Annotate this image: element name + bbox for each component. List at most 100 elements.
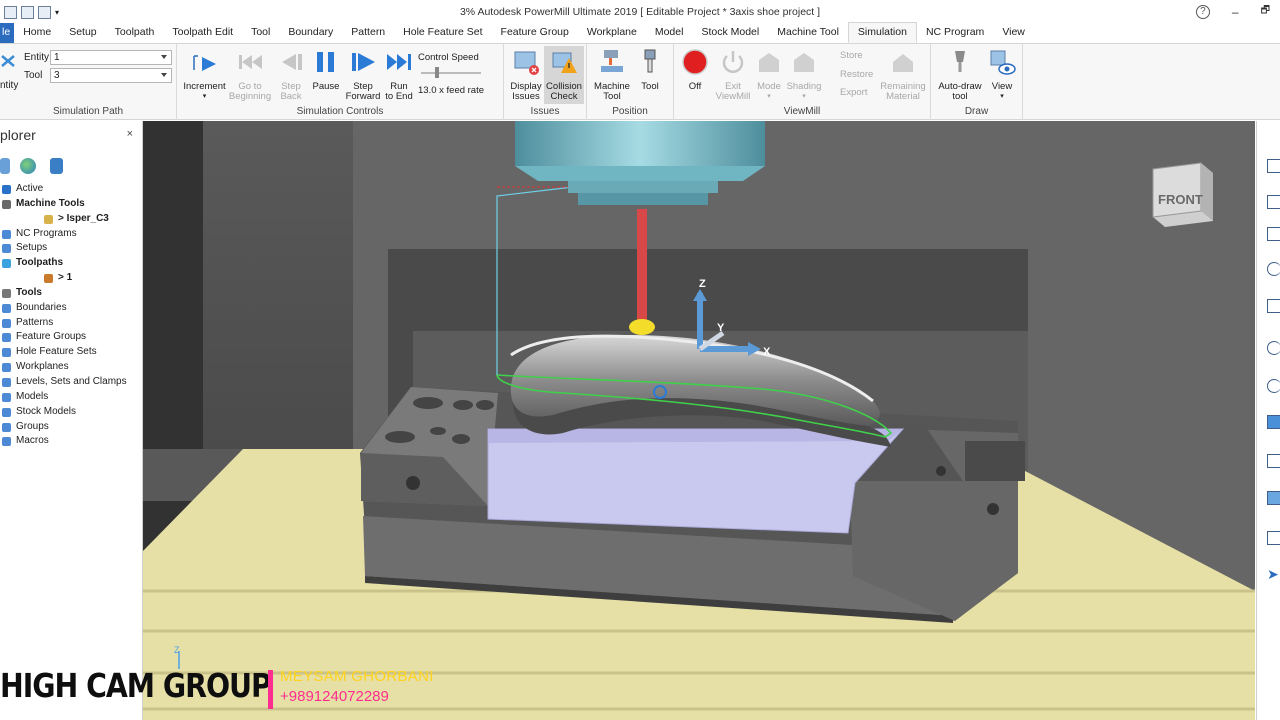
restore-button[interactable]: Restore [824,70,874,80]
display-issues-label-2: Issues [512,91,540,102]
zoom-icon[interactable] [1267,262,1280,276]
tree-item[interactable]: Hole Feature Sets [0,345,143,360]
tab-toolpath-edit[interactable]: Toolpath Edit [163,23,242,43]
tree-item-label: Patterns [16,316,54,328]
tree-item[interactable]: Levels, Sets and Clamps [0,375,143,390]
control-speed-thumb[interactable] [435,67,439,78]
auto-draw-tool-button[interactable]: Auto-draw tool [935,48,985,102]
tree-item[interactable]: Active [0,182,143,197]
position-tool-button[interactable]: Tool [635,48,665,92]
group-viewmill: Off Exit ViewMill Mode ▾ Shading ▾ Store… [674,44,931,120]
tree-item[interactable]: > 1 [0,271,143,286]
tab-toolpath[interactable]: Toolpath [106,23,164,43]
tool-select[interactable]: 3 [50,68,172,83]
display-issues-icon [514,51,539,75]
tab-tool[interactable]: Tool [242,23,279,43]
tree-item[interactable]: > Isper_C3 [0,212,143,227]
graphics-viewport[interactable]: Z Y X FRONT Z [143,121,1255,720]
tree-node-icon [2,318,11,328]
maximize-button[interactable]: 🗗 [1261,3,1270,20]
entity-icon[interactable] [0,52,18,76]
tab-machine-tool[interactable]: Machine Tool [768,23,848,43]
control-speed-slider[interactable] [421,67,481,78]
delete-icon[interactable] [50,158,63,174]
tab-hole-feature-set[interactable]: Hole Feature Set [394,23,491,43]
control-speed-label: Control Speed [418,52,479,63]
remaining-material-button[interactable]: Remaining Material [878,48,928,102]
draw-view-button[interactable]: View ▾ [987,48,1017,102]
tree-item[interactable]: Feature Groups [0,330,143,345]
tab-feature-group[interactable]: Feature Group [492,23,578,43]
pause-label: Pause [312,81,340,92]
zoom-in-icon[interactable] [1267,341,1280,355]
tab-setup[interactable]: Setup [60,23,105,43]
step-forward-button[interactable]: Step Forward [344,48,382,102]
zoom-out-icon[interactable] [1267,379,1280,393]
machine-scene: Z Y X FRONT Z [143,121,1255,720]
tree-item[interactable]: Setups [0,241,143,256]
machine-tool-button[interactable]: Machine Tool [591,48,633,102]
section-icon[interactable] [1267,531,1280,545]
tab-nc-program[interactable]: NC Program [917,23,993,43]
tab-simulation[interactable]: Simulation [847,22,917,43]
machine-tool-label-2: Tool [603,91,621,102]
shading-button[interactable]: Shading ▾ [784,48,824,102]
step-back-button[interactable]: Step Back [275,48,307,102]
tab-stock-model[interactable]: Stock Model [692,23,768,43]
tree-item[interactable]: Patterns [0,316,143,331]
tree-node-icon [2,363,11,373]
view-cube[interactable]: FRONT [1152,162,1213,227]
tab-view[interactable]: View [993,23,1034,43]
pause-button[interactable]: Pause [309,48,343,92]
tab-boundary[interactable]: Boundary [279,23,342,43]
view-top-icon[interactable] [1267,159,1280,173]
explorer-menu-icon[interactable] [0,158,10,174]
tab-model[interactable]: Model [646,23,693,43]
axis-z-label: Z [699,278,706,290]
close-icon[interactable]: × [127,128,133,140]
select-cursor-icon[interactable]: ➤ [1267,566,1280,582]
tab-file[interactable]: le [0,23,15,43]
plain-shade-icon[interactable] [1267,491,1280,505]
entity-label: Entity [24,52,50,63]
increment-button[interactable]: Increment ▾ [182,48,227,102]
view-front-icon[interactable] [1267,195,1280,209]
tree-item[interactable]: Models [0,390,143,405]
tree-item[interactable]: NC Programs [0,227,143,242]
tree-node-icon [2,407,11,417]
collision-check-button[interactable]: Collision Check [544,46,584,104]
display-issues-button[interactable]: Display Issues [508,48,544,102]
store-button[interactable]: Store [824,51,874,61]
tree-item[interactable]: Workplanes [0,360,143,375]
go-to-beginning-button[interactable]: Go to Beginning [227,48,273,102]
wireframe-icon[interactable] [1267,454,1280,468]
viewmill-off-button[interactable]: Off [678,48,712,92]
tree-item[interactable]: Stock Models [0,405,143,420]
shading-icon [794,53,814,72]
tree-item[interactable]: Tools [0,286,143,301]
run-to-end-button[interactable]: Run to End [382,48,416,102]
exit-viewmill-button[interactable]: Exit ViewMill [712,48,754,102]
tab-home[interactable]: Home [14,23,60,43]
tab-workplane[interactable]: Workplane [578,23,646,43]
tree-item[interactable]: Machine Tools [0,197,143,212]
tree-item[interactable]: Macros [0,434,143,449]
shaded-icon[interactable] [1267,415,1280,429]
view-iso-icon[interactable] [1267,227,1280,241]
draw-view-label: View [991,81,1013,92]
entity-select[interactable]: 1 [50,50,172,65]
tree-item[interactable]: Toolpaths [0,256,143,271]
tree-item[interactable]: Boundaries [0,301,143,316]
tree-item-label: NC Programs [16,227,77,239]
tree-node-icon [2,303,11,313]
mode-button[interactable]: Mode ▾ [754,48,784,102]
globe-icon[interactable] [20,158,36,174]
group-position: Machine Tool Tool Position [587,44,674,120]
minimize-button[interactable]: – [1232,5,1239,19]
export-button[interactable]: Export [824,88,874,98]
zoom-box-icon[interactable] [1267,299,1280,313]
group-draw: Auto-draw tool View ▾ Draw [931,44,1023,120]
tree-item[interactable]: Groups [0,420,143,435]
help-icon[interactable]: ? [1195,4,1210,19]
tab-pattern[interactable]: Pattern [342,23,394,43]
